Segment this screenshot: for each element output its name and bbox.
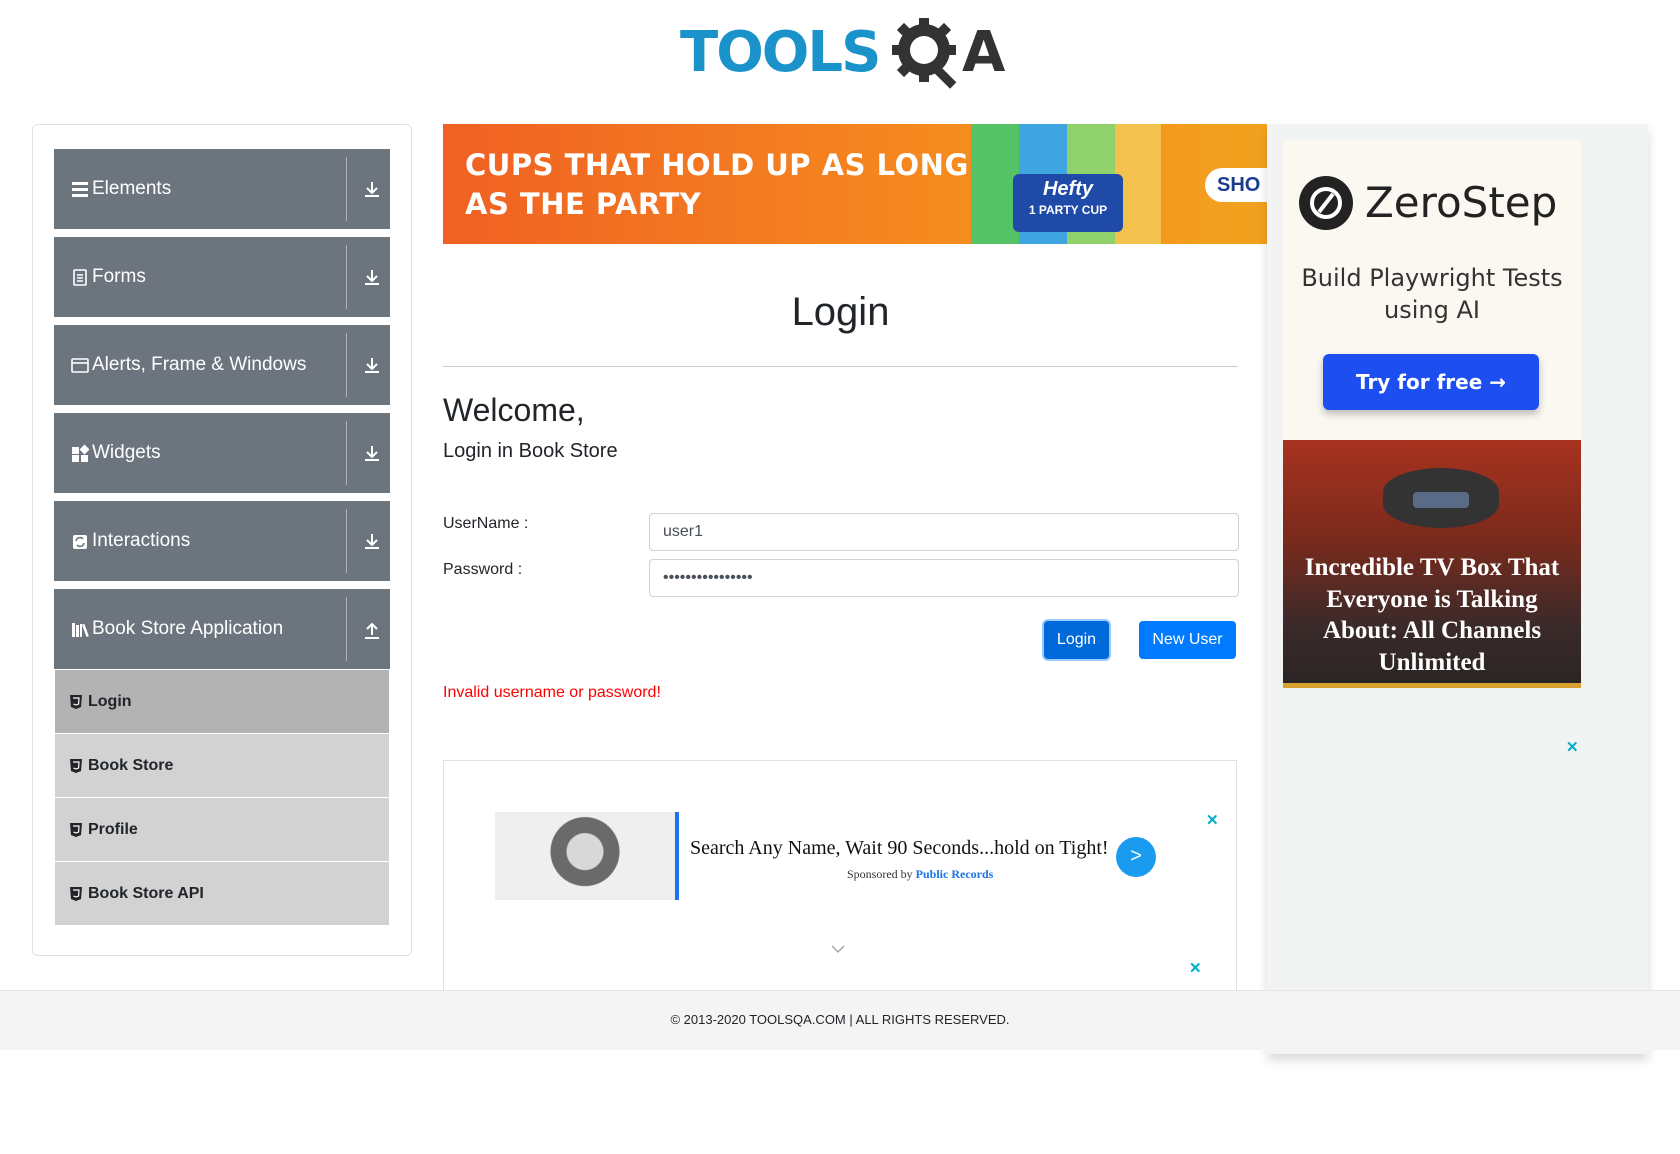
download-icon [365, 358, 379, 373]
sidebar-group-forms[interactable]: Forms [54, 237, 390, 317]
html5-icon [70, 695, 82, 709]
close-icon[interactable]: ✕ [1206, 811, 1219, 829]
close-icon[interactable]: ✕ [1189, 959, 1202, 977]
zerostep-tagline: Build Playwright Tests using AI [1301, 264, 1563, 324]
widgets-icon [72, 444, 89, 462]
password-label: Password : [443, 561, 523, 578]
divider [346, 157, 347, 221]
window-icon [71, 358, 89, 373]
tv-box-ad-headline: Incredible TV Box That Everyone is Talki… [1304, 554, 1560, 676]
sidebar-group-alerts-frame-windows[interactable]: Alerts, Frame & Windows [54, 325, 390, 405]
tv-box-ad-strip [1283, 683, 1581, 688]
zerostep-brand: ZeroStep [1365, 178, 1558, 227]
sidebar-group-book-store-application[interactable]: Book Store Application [54, 589, 390, 669]
submenu-item-book-store-api[interactable]: Book Store API [55, 862, 389, 925]
chevron-down-icon[interactable] [831, 944, 845, 954]
sidebar-group-label: Elements [92, 178, 172, 199]
error-message: Invalid username or password! [443, 684, 661, 701]
download-icon [365, 534, 379, 549]
banner-ad-brand-name: Hefty [1042, 178, 1093, 200]
document-icon [73, 269, 87, 286]
sidebar-group-label: Forms [92, 266, 146, 287]
divider [346, 509, 347, 573]
sidebar: Elements Forms Alerts, Frame & Windows W… [32, 124, 412, 956]
sidebar-group-label: Interactions [92, 530, 191, 551]
banner-ad-brand: Hefty 1 PARTY CUP [1013, 174, 1123, 232]
zerostep-ad[interactable]: ZeroStep Build Playwright Tests using AI… [1283, 140, 1581, 440]
html5-icon [70, 759, 82, 773]
try-for-free-button[interactable]: Try for free → [1323, 354, 1539, 410]
books-icon [72, 623, 89, 637]
download-icon [365, 446, 379, 461]
submenu-item-book-store[interactable]: Book Store [55, 734, 389, 797]
native-ad-container: Search Any Name, Wait 90 Seconds...hold … [443, 760, 1237, 1000]
logo-text-a: A [962, 20, 1005, 85]
native-ad-accent-bar [675, 812, 679, 900]
divider [346, 333, 347, 397]
sidebar-group-label: Alerts, Frame & Windows [92, 354, 307, 375]
sidebar-group-label: Book Store Application [92, 618, 284, 639]
submenu-item-profile[interactable]: Profile [55, 798, 389, 861]
footer-copyright: © 2013-2020 TOOLSQA.COM | ALL RIGHTS RES… [670, 1012, 1010, 1027]
divider [346, 245, 347, 309]
html5-icon [70, 887, 82, 901]
native-ad-sponsored-prefix: Sponsored by [847, 867, 913, 881]
hdmi-port-image [1413, 492, 1469, 508]
logo-gear-magnifier-icon [892, 18, 957, 89]
submenu-item-label: Profile [88, 821, 138, 838]
banner-ad-headline: CUPS THAT HOLD UP AS LONG AS THE PARTY [465, 148, 969, 221]
zerostep-logo-icon [1299, 176, 1353, 230]
submenu-item-label: Book Store [88, 757, 174, 774]
interactions-icon [73, 535, 87, 549]
download-icon [365, 270, 379, 285]
footer: © 2013-2020 TOOLSQA.COM | ALL RIGHTS RES… [0, 990, 1680, 1050]
download-icon [365, 182, 379, 197]
sidebar-group-interactions[interactable]: Interactions [54, 501, 390, 581]
menu-icon [72, 182, 88, 197]
login-button[interactable]: Login [1044, 621, 1109, 659]
native-ad-image[interactable] [495, 812, 675, 900]
sidebar-group-elements[interactable]: Elements [54, 149, 390, 229]
upload-icon [365, 622, 379, 639]
toolsqa-logo[interactable]: TOOLS A [680, 16, 1005, 90]
banner-ad-shop-button[interactable]: SHO [1205, 168, 1267, 202]
native-ad-go-button[interactable]: > [1116, 837, 1156, 877]
divider [346, 597, 347, 661]
username-label: UserName : [443, 515, 529, 532]
submenu-item-login[interactable]: Login [55, 670, 389, 733]
logo-text-tools: TOOLS [680, 20, 881, 85]
submenu-item-label: Login [88, 693, 132, 710]
banner-ad-brand-sub: 1 PARTY CUP [1028, 203, 1108, 217]
native-ad-sponsor-line: Sponsored by Public Records [847, 867, 993, 882]
submenu-item-label: Book Store API [88, 885, 204, 902]
title-divider [443, 366, 1238, 367]
page-title: Login [791, 290, 890, 334]
native-ad-sponsor-link[interactable]: Public Records [916, 867, 994, 881]
banner-ad[interactable]: CUPS THAT HOLD UP AS LONG AS THE PARTY H… [443, 124, 1267, 244]
password-input[interactable]: •••••••••••••••• [649, 559, 1239, 597]
divider [346, 421, 347, 485]
login-subtitle: Login in Book Store [443, 440, 618, 462]
sidebar-group-widgets[interactable]: Widgets [54, 413, 390, 493]
native-ad-headline[interactable]: Search Any Name, Wait 90 Seconds...hold … [690, 837, 1109, 860]
close-icon[interactable]: ✕ [1566, 738, 1579, 756]
sidebar-group-label: Widgets [92, 442, 161, 463]
html5-icon [70, 823, 82, 837]
new-user-button[interactable]: New User [1139, 621, 1236, 659]
username-input[interactable]: user1 [649, 513, 1239, 551]
tv-box-ad[interactable]: Incredible TV Box That Everyone is Talki… [1283, 440, 1581, 688]
welcome-heading: Welcome, [443, 392, 585, 428]
